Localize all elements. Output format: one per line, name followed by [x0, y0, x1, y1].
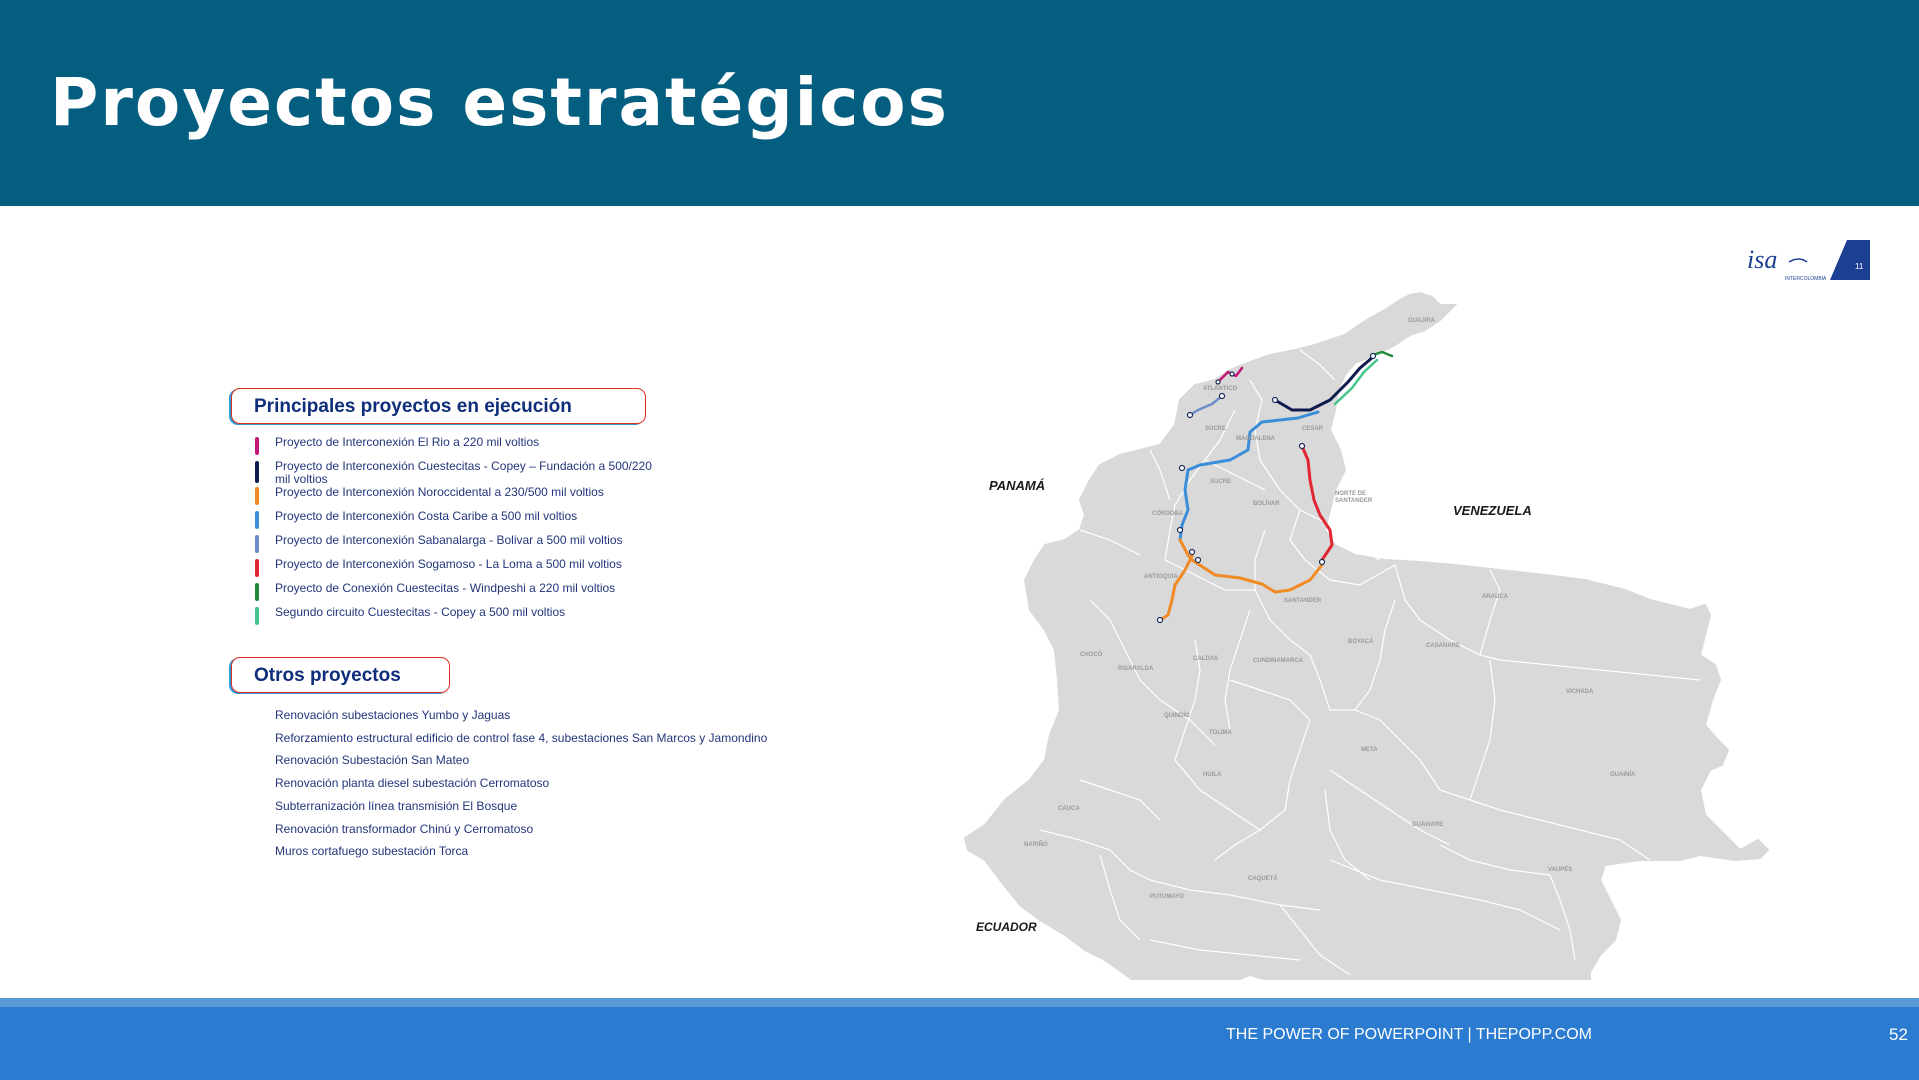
legend-item: Segundo circuito Cuestecitas - Copey a 5… — [255, 606, 675, 630]
dept-label: ARAUCA — [1482, 594, 1509, 600]
dept-label: GUAINÍA — [1610, 770, 1636, 778]
page-number: 52 — [1889, 1025, 1908, 1044]
country-label-ecuador: ECUADOR — [976, 920, 1037, 934]
dept-label: CESAR — [1302, 426, 1324, 432]
main-projects-heading: Principales proyectos en ejecución — [231, 388, 646, 424]
other-project-item: Renovación Subestación San Mateo — [275, 753, 470, 768]
legend-color-bar — [255, 607, 259, 625]
dept-label: RISARALDA — [1118, 666, 1154, 672]
country-label-venezuela: VENEZUELA — [1453, 503, 1532, 518]
legend-item: Proyecto de Interconexión Cuestecitas - … — [255, 460, 665, 486]
other-projects-heading: Otros proyectos — [231, 657, 450, 693]
other-project-item: Renovación subestaciones Yumbo y Jaguas — [275, 708, 511, 722]
dept-label: CAQUETÁ — [1248, 875, 1278, 882]
legend-label: Proyecto de Interconexión Sabanalarga - … — [275, 533, 623, 547]
legend-color-bar — [255, 437, 259, 455]
legend-item: Proyecto de Interconexión Costa Caribe a… — [255, 510, 675, 534]
dept-label: SANTANDER — [1284, 598, 1322, 604]
dept-label: TOLIMA — [1209, 730, 1233, 736]
footer-bar — [0, 1007, 1919, 1080]
dept-label: BOYACÁ — [1348, 638, 1374, 645]
legend-label: Proyecto de Conexión Cuestecitas - Windp… — [275, 581, 616, 595]
dept-label: CÓRDOBA — [1152, 509, 1184, 517]
dept-label: MAGDALENA — [1236, 436, 1276, 442]
title-bar: Proyectos estratégicos — [0, 0, 1919, 206]
country-label-panama: PANAMÁ — [989, 478, 1045, 493]
dept-label: BOLÍVAR — [1253, 499, 1280, 507]
legend-color-bar — [255, 559, 259, 577]
legend-color-bar — [255, 535, 259, 553]
dept-label: SUCRE — [1210, 479, 1231, 485]
footer-credit: THE POWER OF POWERPOINT | THEPOPP.COM — [1226, 1026, 1592, 1043]
legend-color-bar — [255, 511, 259, 529]
legend-item: Proyecto de Interconexión El Rio a 220 m… — [255, 436, 675, 460]
legend-color-bar — [255, 487, 259, 505]
dept-label: CUNDINAMARCA — [1253, 658, 1304, 664]
legend-label: Proyecto de Interconexión Cuestecitas - … — [275, 459, 652, 486]
main-projects-heading-text: Principales proyectos en ejecución — [254, 396, 572, 417]
dept-label: NORTE DE — [1335, 491, 1366, 497]
other-projects-heading-text: Otros proyectos — [254, 665, 401, 686]
footer-stripe — [0, 998, 1919, 1007]
legend-label: Proyecto de Interconexión Costa Caribe a… — [275, 509, 578, 523]
legend-label: Proyecto de Interconexión Noroccidental … — [275, 485, 604, 499]
dept-label: CAUCA — [1058, 806, 1080, 812]
legend-label: Proyecto de Interconexión Sogamoso - La … — [275, 557, 622, 571]
legend-label: Proyecto de Interconexión El Rio a 220 m… — [275, 435, 540, 449]
legend-item: Proyecto de Interconexión Noroccidental … — [255, 486, 675, 510]
page-title: Proyectos estratégicos — [50, 64, 949, 141]
dept-label: QUINDÍO — [1164, 711, 1190, 719]
legend-color-bar — [255, 461, 259, 483]
main-projects-legend: Proyecto de Interconexión El Rio a 220 m… — [255, 436, 675, 630]
legend-color-bar — [255, 583, 259, 601]
other-project-item: Muros cortafuego subestación Torca — [275, 844, 469, 859]
dept-label: PUTUMAYO — [1150, 894, 1184, 900]
other-project-item: Reforzamiento estructural edificio de co… — [275, 730, 768, 745]
logo-badge: 11 — [1855, 262, 1864, 271]
legend-item: Proyecto de Interconexión Sogamoso - La … — [255, 558, 675, 582]
dept-label: NARIÑO — [1024, 841, 1048, 848]
dept-label: GUAJIRA — [1408, 318, 1436, 324]
dept-label: CALDAS — [1193, 656, 1218, 662]
dept-label: VICHADA — [1566, 689, 1594, 695]
dept-label: ANTIOQUIA — [1144, 574, 1178, 580]
colombia-map: PANAMÁ VENEZUELA ECUADOR GUAJIRA MAGDALE… — [963, 291, 1770, 980]
dept-label: ATLÁNTICO — [1203, 385, 1238, 392]
legend-item: Proyecto de Interconexión Sabanalarga - … — [255, 534, 675, 558]
dept-label: VAUPÉS — [1548, 865, 1572, 873]
dept-label: CASANARE — [1426, 643, 1460, 649]
isa-intercolombia-logo: isa INTERCOLOMBIA 11 — [1747, 240, 1870, 282]
logo-subtext: INTERCOLOMBIA — [1785, 276, 1827, 282]
dept-label: CHOCÓ — [1080, 650, 1103, 658]
logo-text: isa — [1747, 245, 1777, 274]
dept-label: META — [1361, 747, 1378, 753]
dept-label: SANTANDER — [1335, 498, 1373, 504]
dept-label: HUILA — [1203, 772, 1222, 778]
other-project-item: Subterranización línea transmisión El Bo… — [275, 798, 518, 813]
legend-label: Segundo circuito Cuestecitas - Copey a 5… — [275, 605, 566, 619]
dept-label: GUAVIARE — [1412, 822, 1443, 828]
other-project-item: Renovación transformador Chinú y Cerroma… — [275, 821, 534, 836]
legend-item: Proyecto de Conexión Cuestecitas - Windp… — [255, 582, 675, 606]
dept-label: SUCRE — [1205, 426, 1226, 432]
other-project-item: Renovación planta diesel subestación Cer… — [275, 776, 550, 791]
other-projects-list: Renovación subestaciones Yumbo y Jaguas … — [275, 704, 875, 863]
